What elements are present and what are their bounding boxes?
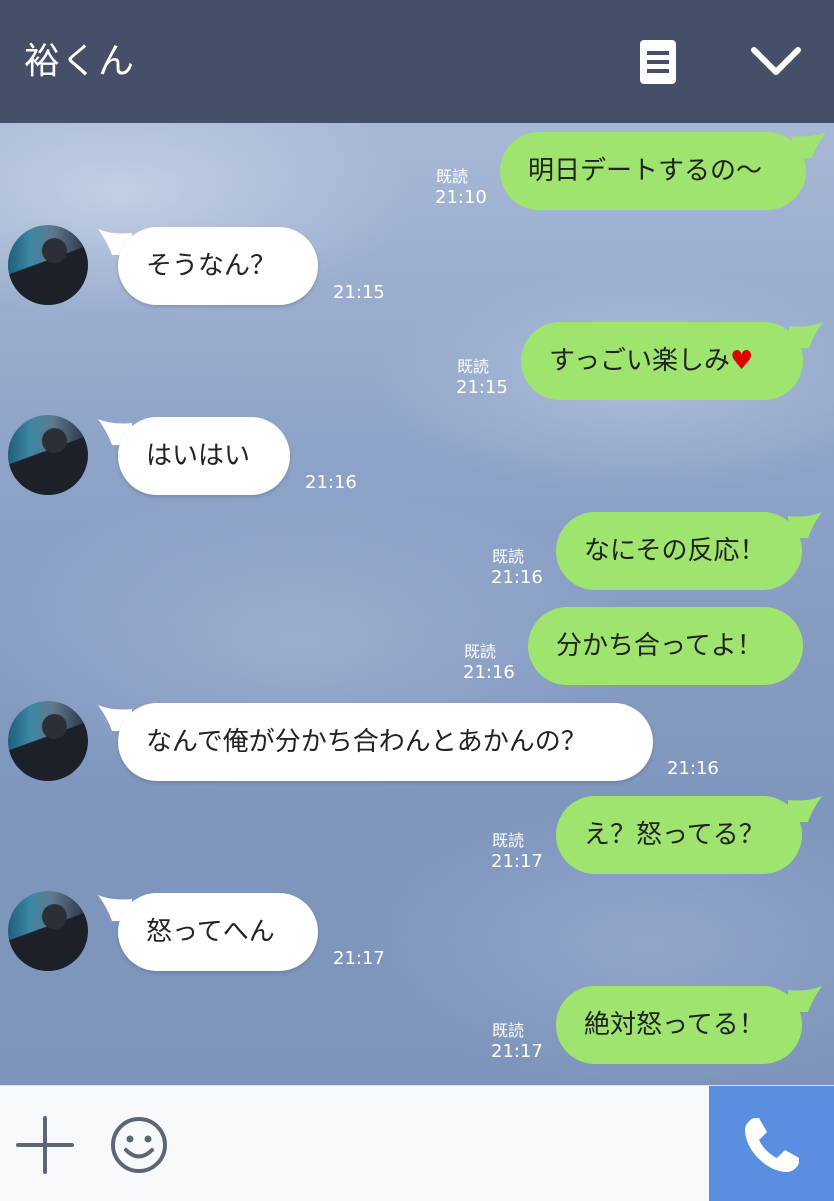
message-text: そうなん？	[146, 251, 277, 281]
phone-icon[interactable]	[709, 1086, 834, 1201]
read-receipt: 既読	[492, 1021, 525, 1040]
read-receipt: 既読	[492, 547, 525, 566]
chevron-down-icon[interactable]	[748, 42, 804, 82]
message-text: すっごい楽しみ	[549, 346, 730, 376]
bubble-tail	[789, 322, 823, 348]
read-receipt: 既読	[492, 831, 525, 850]
message-text: 明日デートするの〜	[528, 156, 763, 186]
message-bubble[interactable]: なんで俺が分かち合わんとあかんの？	[118, 703, 653, 781]
bubble-tail	[788, 512, 822, 538]
heart-icon: ♥	[729, 346, 754, 376]
smiley-icon[interactable]	[108, 1114, 170, 1176]
message-time: 21:10	[435, 187, 487, 208]
avatar[interactable]	[8, 891, 88, 971]
message-text: なんで俺が分かち合わんとあかんの？	[146, 727, 587, 757]
message-text: はいはい	[146, 441, 251, 471]
message-text: 怒ってへん	[146, 917, 275, 947]
chat-title: 裕くん	[24, 41, 136, 82]
bubble-tail	[788, 986, 822, 1012]
message-text: なにその反応！	[584, 536, 766, 566]
message-bubble[interactable]: すっごい楽しみ♥	[521, 322, 803, 400]
message-time: 21:16	[463, 662, 515, 683]
read-receipt: 既読	[464, 642, 497, 661]
message-bubble[interactable]: そうなん？	[118, 227, 318, 305]
chat-header: 裕くん	[0, 0, 834, 123]
message-bubble[interactable]: え？怒ってる？	[556, 796, 802, 874]
message-text: 分かち合ってよ！	[556, 631, 763, 661]
message-time: 21:16	[667, 758, 719, 779]
bubble-tail	[788, 796, 822, 822]
avatar[interactable]	[8, 701, 88, 781]
message-bubble[interactable]: はいはい	[118, 417, 290, 495]
message-time: 21:15	[333, 282, 385, 303]
message-time: 21:16	[305, 472, 357, 493]
message-time: 21:15	[456, 377, 508, 398]
message-list[interactable]: 既読 21:10 明日デートするの〜 そうなん？ 21:15 既読 21:15 …	[0, 123, 834, 1085]
menu-icon[interactable]	[638, 38, 678, 86]
message-time: 21:17	[491, 851, 543, 872]
message-bubble[interactable]: なにその反応！	[556, 512, 802, 590]
message-text: え？怒ってる？	[584, 820, 765, 850]
message-bubble[interactable]: 怒ってへん	[118, 893, 318, 971]
message-time: 21:17	[491, 1041, 543, 1062]
message-text: 絶対怒ってる！	[584, 1010, 765, 1040]
message-time: 21:16	[491, 567, 543, 588]
input-bar	[0, 1085, 834, 1201]
read-receipt: 既読	[436, 167, 469, 186]
message-bubble[interactable]: 絶対怒ってる！	[556, 986, 802, 1064]
avatar[interactable]	[8, 225, 88, 305]
read-receipt: 既読	[457, 357, 490, 376]
message-time: 21:17	[333, 948, 385, 969]
message-bubble[interactable]: 明日デートするの〜	[500, 132, 806, 210]
avatar[interactable]	[8, 415, 88, 495]
message-bubble[interactable]: 分かち合ってよ！	[528, 607, 803, 685]
plus-icon[interactable]	[16, 1116, 74, 1174]
bubble-tail	[792, 132, 826, 158]
